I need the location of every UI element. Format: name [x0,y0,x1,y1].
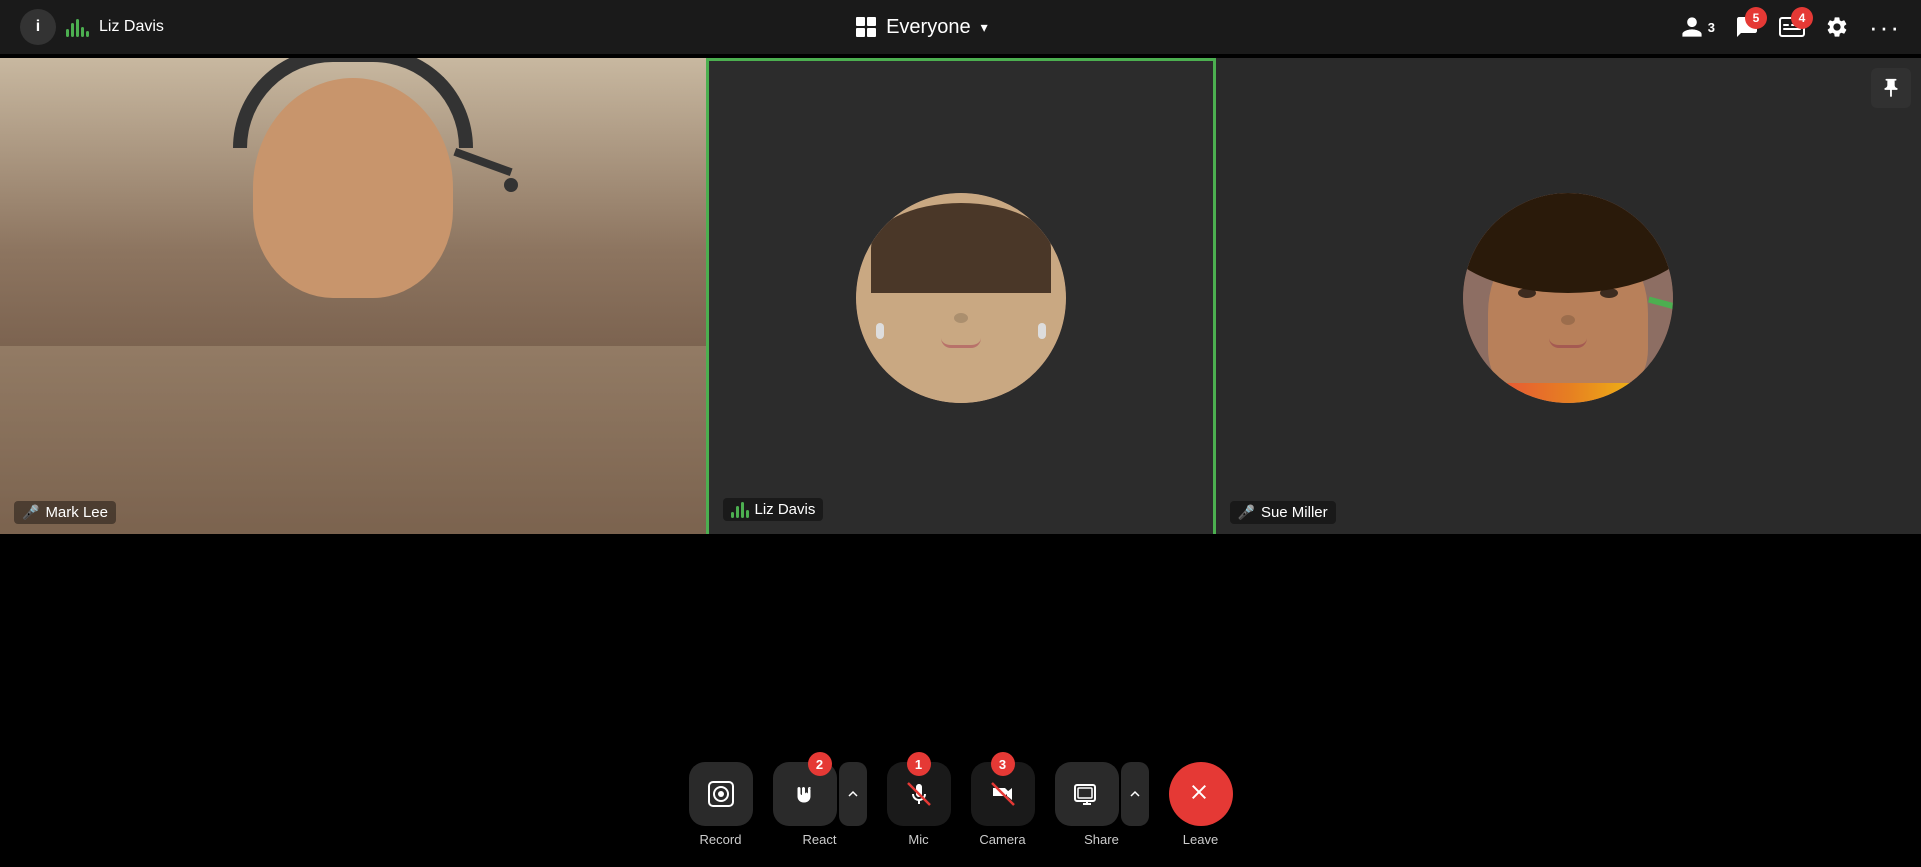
audio-bar-2 [71,23,74,37]
camera-muted-icon [989,780,1017,808]
leave-group: Leave [1169,762,1233,847]
leave-icon [1187,780,1215,808]
record-group: Record [689,762,753,847]
everyone-label: Everyone [886,16,971,39]
share-split [1055,762,1149,826]
leave-button[interactable] [1169,762,1233,826]
sue-miller-name-label: 🎤 Sue Miller [1230,501,1336,524]
video-area: 🎤 Mark Lee [0,58,1921,538]
share-chevron-button[interactable] [1121,762,1149,826]
pin-icon [1880,77,1902,99]
liz-davis-name-label: Liz Davis [723,498,824,521]
more-options-button[interactable]: ··· [1869,12,1901,43]
audio-bar-3 [76,19,79,37]
react-icon [791,780,819,808]
record-label: Record [700,832,742,847]
participants-count: 3 [1708,20,1715,35]
audio-bar-1 [66,29,69,37]
header: i Liz Davis Everyone ▾ 3 [0,0,1921,54]
camera-group: 3 Camera [971,762,1035,847]
audio-bar-5 [86,31,89,37]
audio-indicator [66,17,89,37]
liz-davis-name: Liz Davis [755,501,816,518]
info-icon: i [36,18,40,36]
share-chevron-up-icon [1129,788,1141,800]
mark-lee-name: Mark Lee [45,504,108,521]
sue-muted-icon: 🎤 [1238,504,1255,521]
bottom-toolbar-area: Record 2 React 1 [0,534,1921,867]
liz-bar-1 [731,512,734,518]
mark-lee-name-label: 🎤 Mark Lee [14,501,116,524]
muted-icon: 🎤 [22,504,39,521]
react-group: 2 React [773,762,867,847]
sue-miller-avatar [1463,193,1673,403]
captions-notification-badge: 4 [1791,7,1813,29]
grid-icon [856,17,876,37]
header-right: 3 5 4 ··· [1680,12,1901,43]
participant-tile-sue-miller: 🎤 Sue Miller [1216,58,1921,538]
participant-tile-mark-lee: 🎤 Mark Lee [0,58,706,538]
chat-button[interactable]: 5 [1735,15,1759,39]
liz-audio-indicator [731,502,749,518]
share-icon [1073,780,1101,808]
participants-icon [1680,15,1704,39]
share-label: Share [1084,832,1119,847]
toolbar: Record 2 React 1 [679,762,1243,847]
settings-button[interactable] [1825,15,1849,39]
react-label: React [803,832,837,847]
current-user-name: Liz Davis [99,18,164,36]
info-button[interactable]: i [20,9,56,45]
settings-icon [1825,15,1849,39]
audio-bar-4 [81,27,84,37]
mic-group: 1 Mic [887,762,951,847]
mic-label: Mic [908,832,928,847]
chevron-up-icon [847,788,859,800]
mic-badge: 1 [907,752,931,776]
more-icon: ··· [1869,12,1901,43]
share-button[interactable] [1055,762,1119,826]
share-group: Share [1055,762,1149,847]
react-badge: 2 [808,752,832,776]
participant-tile-liz-davis: Liz Davis [706,58,1216,538]
participants-button[interactable]: 3 [1680,15,1715,39]
record-icon [707,780,735,808]
group-selector[interactable]: Everyone ▾ [856,16,988,39]
record-button[interactable] [689,762,753,826]
pin-button[interactable] [1871,68,1911,108]
leave-label: Leave [1183,832,1218,847]
sue-miller-name: Sue Miller [1261,504,1328,521]
captions-button[interactable]: 4 [1779,15,1805,39]
camera-badge: 3 [991,752,1015,776]
header-left: i Liz Davis [20,9,164,45]
mic-muted-icon [905,780,933,808]
react-chevron-button[interactable] [839,762,867,826]
chat-notification-badge: 5 [1745,7,1767,29]
liz-davis-avatar [856,193,1066,403]
liz-bar-3 [741,502,744,518]
chevron-down-icon: ▾ [981,19,988,36]
camera-label: Camera [979,832,1025,847]
liz-bar-4 [746,510,749,518]
liz-bar-2 [736,506,739,518]
